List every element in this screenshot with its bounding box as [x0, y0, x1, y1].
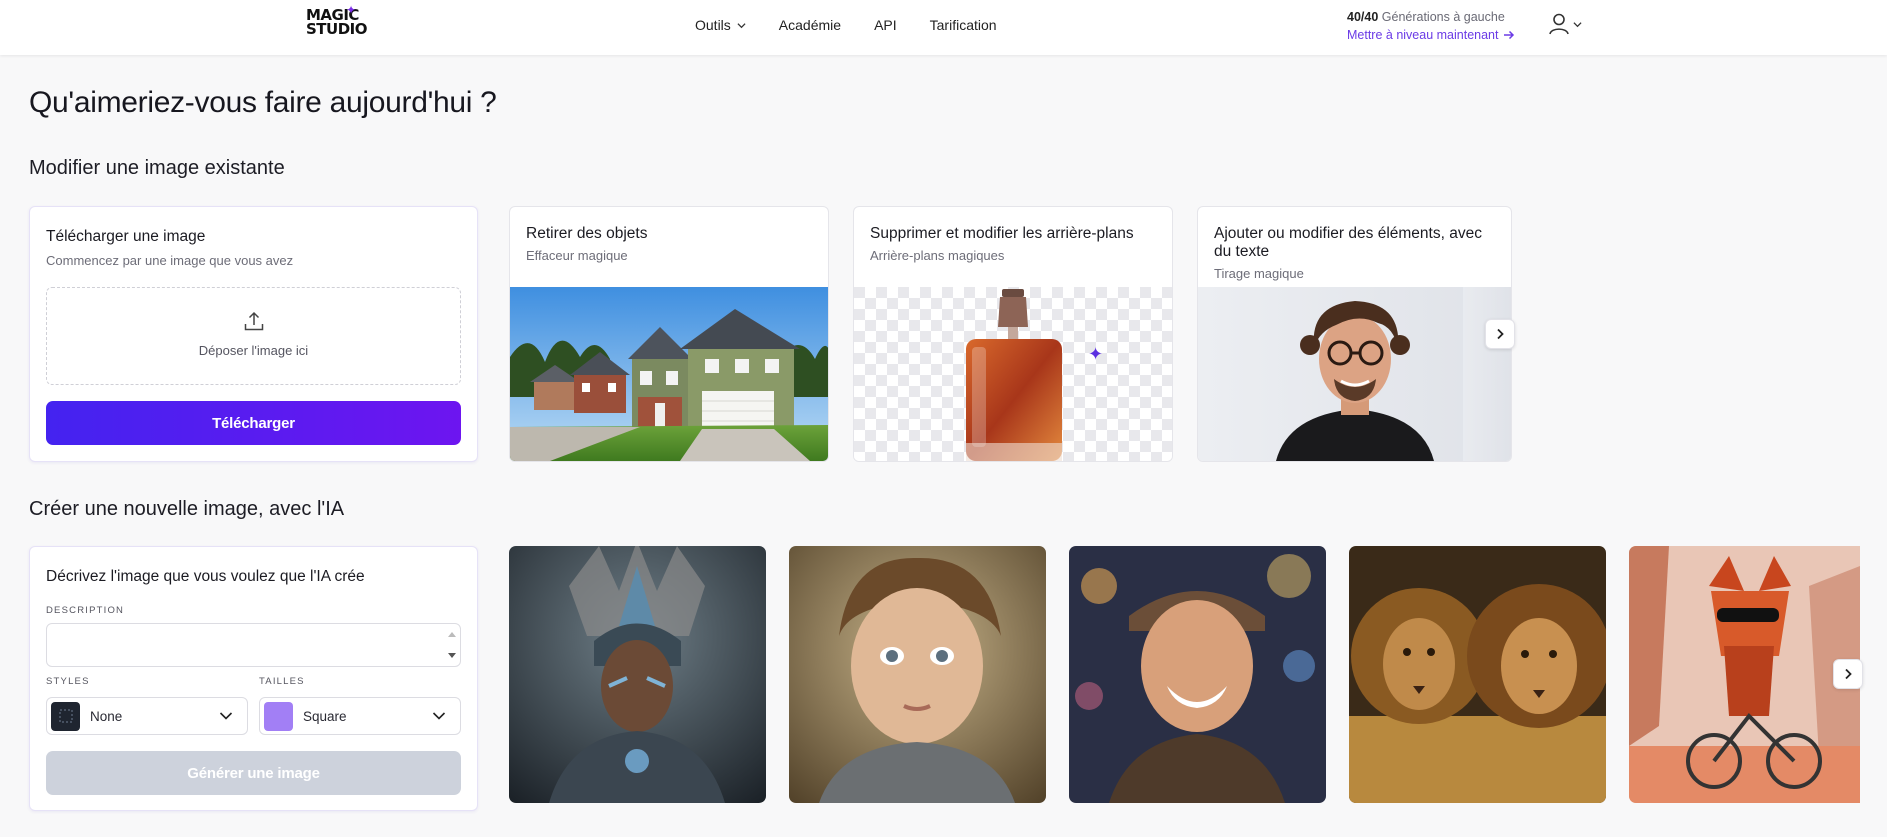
upgrade-link-label: Mettre à niveau maintenant: [1347, 28, 1499, 42]
tool-subtitle: Tirage magique: [1214, 266, 1304, 281]
tool-card-remove-objects[interactable]: Retirer des objets Effaceur magique: [509, 206, 829, 462]
upload-icon: [244, 311, 264, 331]
generations-label: Générations à gauche: [1381, 10, 1505, 24]
spin-up-icon[interactable]: [448, 631, 456, 639]
square-size-icon: [264, 701, 293, 731]
nav-api[interactable]: API: [874, 17, 897, 33]
tool-title: Supprimer et modifier les arrière-plans: [870, 225, 1134, 242]
nav-tarification-label: Tarification: [929, 17, 997, 33]
user-menu-button[interactable]: [1548, 12, 1582, 36]
nav-tarification[interactable]: Tarification: [930, 17, 997, 33]
tool-title: Retirer des objets: [526, 225, 648, 242]
description-label: DESCRIPTION: [46, 605, 125, 616]
arrow-right-icon: [1504, 30, 1515, 40]
nav-outils[interactable]: Outils: [695, 17, 746, 33]
magic-studio-logo[interactable]: MAGIC STUDIO ✦: [306, 3, 368, 46]
tool-subtitle: Arrière-plans magiques: [870, 248, 1005, 263]
gallery-image-smiling-man[interactable]: [1069, 546, 1326, 803]
generations-count: 40/40: [1347, 10, 1379, 24]
image-dropzone[interactable]: Déposer l'image ici: [46, 287, 461, 385]
main-nav: Outils Académie API Tarification: [695, 17, 997, 33]
chevron-down-icon: [432, 712, 446, 720]
create-card-title: Décrivez l'image que vous voulez que l'I…: [46, 568, 365, 585]
generate-image-button[interactable]: Générer une image: [46, 751, 461, 795]
sizes-label: TAILLES: [259, 676, 305, 687]
tool-card-backgrounds[interactable]: Supprimer et modifier les arrière-plans …: [853, 206, 1173, 462]
gallery-image-child[interactable]: [789, 546, 1046, 803]
sparkle-icon: ✦: [346, 3, 357, 17]
user-icon: [1549, 13, 1569, 35]
generations-info: 40/40 Générations à gauche Mettre à nive…: [1347, 10, 1515, 42]
top-navigation-bar: MAGIC STUDIO ✦ Outils Académie API Tarif…: [0, 0, 1887, 55]
sizes-value: Square: [303, 708, 347, 724]
chevron-right-icon: [1845, 668, 1852, 680]
gallery-image-red-panda[interactable]: [1629, 546, 1860, 803]
man-portrait-image: [1198, 287, 1511, 461]
style-none-icon: [51, 701, 80, 731]
tool-card-magic-draw[interactable]: Ajouter ou modifier des éléments, avec d…: [1197, 206, 1512, 462]
edit-section-heading: Modifier une image existante: [29, 157, 285, 179]
upload-button[interactable]: Télécharger: [46, 401, 461, 445]
dropzone-text: Déposer l'image ici: [198, 343, 309, 358]
create-section-heading: Créer une nouvelle image, avec l'IA: [29, 498, 345, 520]
chevron-right-icon: [1497, 328, 1504, 340]
nav-outils-label: Outils: [695, 17, 731, 33]
create-image-card: Décrivez l'image que vous voulez que l'I…: [29, 546, 478, 811]
perfume-image: ✦: [854, 287, 1172, 461]
nav-academie[interactable]: Académie: [779, 17, 841, 33]
upload-card-subtitle: Commencez par une image que vous avez: [46, 253, 294, 268]
chevron-down-icon: [737, 22, 746, 28]
gallery-next-button[interactable]: [1833, 659, 1863, 689]
spin-down-icon[interactable]: [448, 651, 456, 659]
tool-title: Ajouter ou modifier des éléments, avec d…: [1214, 225, 1482, 260]
styles-select[interactable]: None: [46, 697, 248, 735]
chevron-down-icon: [1573, 21, 1582, 27]
svg-text:✦: ✦: [1088, 344, 1103, 365]
upgrade-link[interactable]: Mettre à niveau maintenant: [1347, 28, 1515, 42]
upload-card: Télécharger une image Commencez par une …: [29, 206, 478, 462]
chevron-down-icon: [219, 712, 233, 720]
houses-image: [510, 287, 828, 461]
page-title: Qu'aimeriez-vous faire aujourd'hui ?: [29, 86, 497, 119]
tool-subtitle: Effaceur magique: [526, 248, 628, 263]
styles-value: None: [90, 708, 123, 724]
nav-academie-label: Académie: [778, 17, 842, 33]
upload-card-title: Télécharger une image: [46, 228, 206, 245]
sizes-select[interactable]: Square: [259, 697, 461, 735]
gallery-image-lions[interactable]: [1349, 546, 1606, 803]
carousel-next-button[interactable]: [1485, 319, 1515, 349]
styles-label: STYLES: [46, 676, 90, 687]
gallery-image-warrior[interactable]: [509, 546, 766, 803]
generations-remaining: 40/40 Générations à gauche: [1347, 10, 1515, 24]
logo-line2: STUDIO: [306, 20, 368, 38]
description-input[interactable]: [46, 623, 461, 667]
nav-api-label: API: [874, 17, 897, 33]
